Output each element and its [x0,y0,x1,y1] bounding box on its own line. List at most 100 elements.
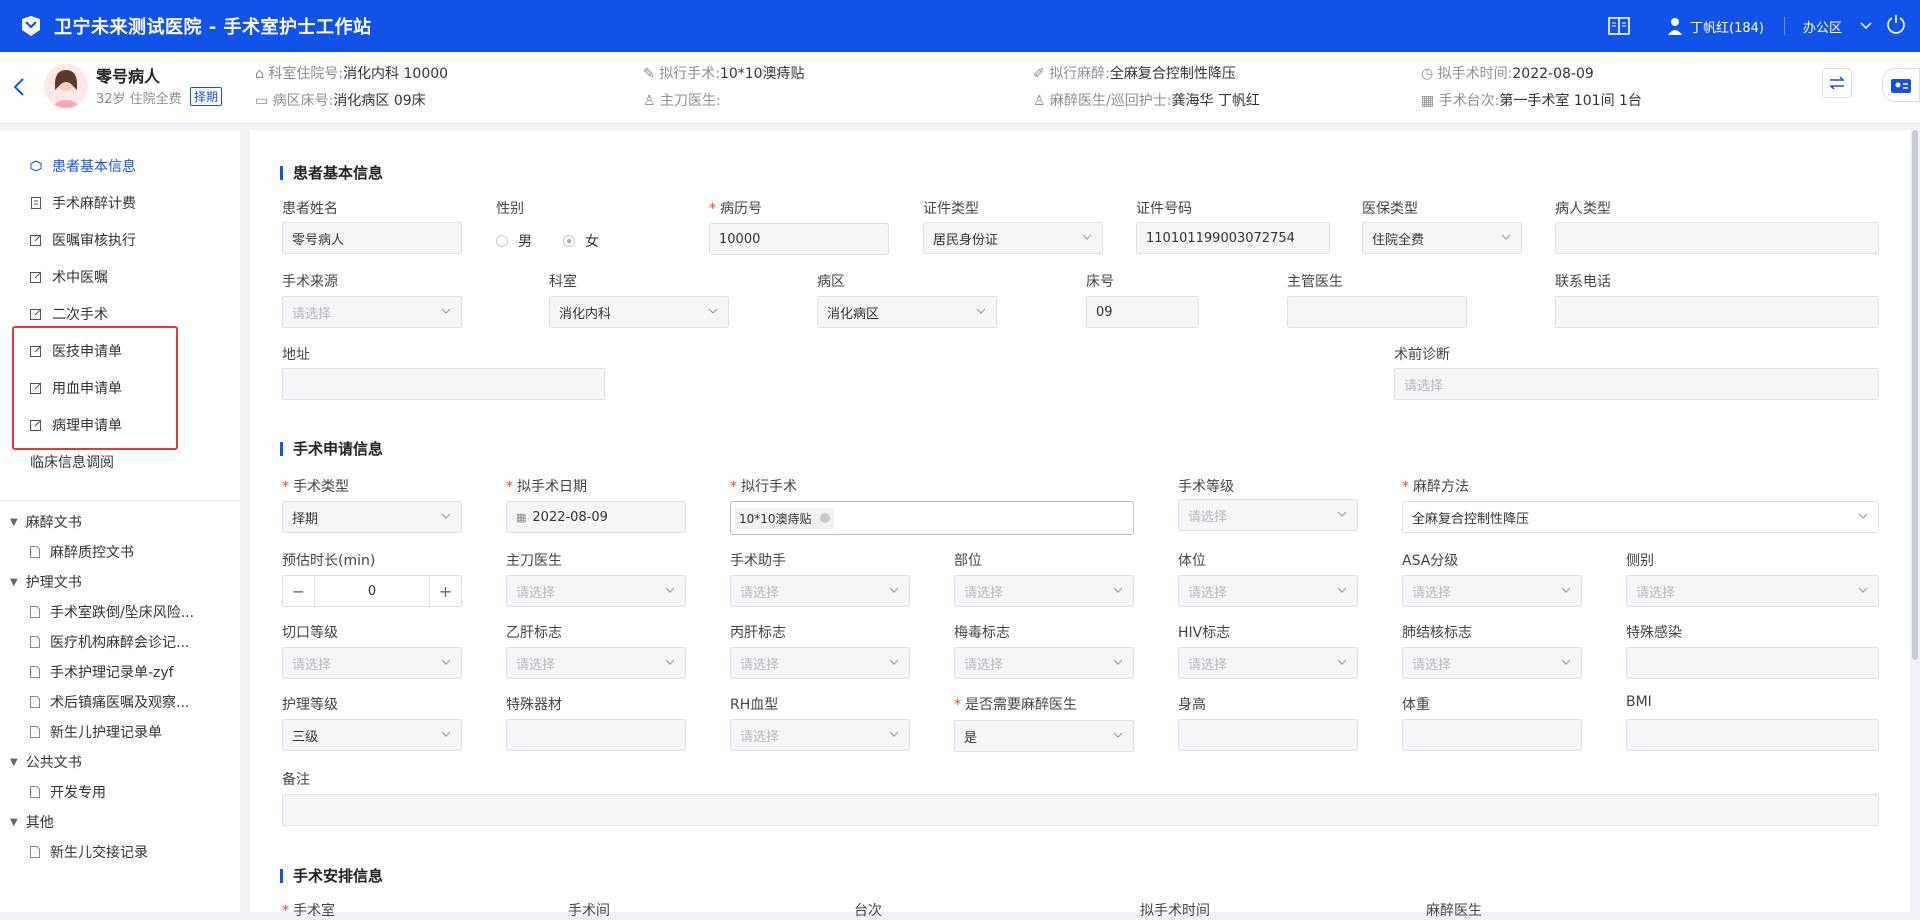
duration-stepper[interactable]: − 0 + [282,575,462,607]
book-icon[interactable] [1608,17,1630,35]
sidebar-item-second-surgery[interactable]: 二次手术 [30,304,108,324]
label-anesthesia-method: * 麻醉方法 [1402,479,1469,495]
pen-icon: ✎ [643,66,660,82]
part-select[interactable]: 请选择 [954,575,1134,607]
asa-select[interactable]: 请选择 [1402,575,1582,607]
chevron-down-icon [1337,659,1347,665]
tb-select[interactable]: 请选择 [1402,647,1582,679]
group-anesthesia-docs[interactable]: ▼ 麻醉文书 [10,512,82,532]
anesthesia-method-select[interactable]: 全麻复合控制性降压 [1402,501,1879,533]
surgery-level-select[interactable]: 请选择 [1178,499,1358,531]
doc-item[interactable]: 术后镇痛医嘱及观察... [30,692,189,712]
plus-button[interactable]: + [429,576,461,606]
diagnosis-select[interactable]: 请选择 [1394,368,1879,400]
infection-field[interactable] [1626,647,1879,679]
position-select[interactable]: 请选择 [1178,575,1358,607]
switch-patient-button[interactable] [1822,68,1852,98]
location-select[interactable]: 办公区 [1803,17,1842,36]
radio-icon [496,235,508,247]
chevron-down-icon [441,731,451,737]
hbv-select[interactable]: 请选择 [506,647,686,679]
current-user[interactable]: 丁帆红(184) [1690,17,1764,36]
height-field[interactable] [1178,719,1358,751]
group-nursing-docs[interactable]: ▼ 护理文书 [10,572,82,592]
nursing-level-select[interactable]: 三级 [282,719,462,751]
id-no-field[interactable]: 110101199003072754 [1136,222,1330,254]
dept-select[interactable]: 消化内科 [549,296,729,328]
doc-item[interactable]: 手术护理记录单-zyf [30,662,174,682]
op-tag[interactable]: 10*10澳痔贴 [735,507,834,529]
doctor-field[interactable] [1287,296,1467,328]
equipment-field[interactable] [506,719,686,751]
chevron-down-icon [708,308,718,314]
doc-item[interactable]: 开发专用 [30,782,106,802]
surgery-type-select[interactable]: 择期 [282,501,462,533]
close-icon[interactable] [819,513,830,523]
need-anesthesiologist-select[interactable]: 是 [954,720,1134,752]
scrollbar[interactable] [1912,130,1918,660]
address-field[interactable] [282,368,605,400]
syphilis-select[interactable]: 请选择 [954,647,1134,679]
phone-field[interactable] [1555,296,1879,328]
note-field[interactable] [282,794,1879,826]
weight-field[interactable] [1402,719,1582,751]
label-nursing-level: 护理等级 [282,697,338,713]
record-no-field[interactable]: 10000 [709,223,889,255]
surgery-date-picker[interactable]: ▦ 2022-08-09 [506,501,686,533]
label-surgery-type: * 手术类型 [282,479,349,495]
section-title-arrange: 手术安排信息 [280,865,383,886]
id-type-select[interactable]: 居民身份证 [923,222,1103,254]
section-title-apply: 手术申请信息 [280,438,383,459]
label-infection: 特殊感染 [1626,625,1682,641]
sidebar-item-clinical-info[interactable]: 临床信息调阅 [30,452,114,472]
duration-value[interactable]: 0 [315,584,429,599]
minus-button[interactable]: − [283,576,315,606]
source-select[interactable]: 请选择 [282,296,462,328]
patient-card-button[interactable] [1882,68,1920,102]
doc-item[interactable]: 新生儿护理记录单 [30,722,162,742]
rh-select[interactable]: 请选择 [730,719,910,751]
label-surgeon: 主刀医生 [506,553,562,569]
planned-surgery: ✎ 拟行手术:10*10澳痔贴 [643,66,805,82]
bmi-field[interactable] [1626,719,1879,751]
patient-name-field[interactable]: 零号病人 [282,222,462,254]
assistant-select[interactable]: 请选择 [730,575,910,607]
label-address: 地址 [282,347,310,363]
bed-field[interactable]: 09 [1086,296,1199,328]
label-dept: 科室 [549,274,577,290]
file-icon [30,606,40,618]
sidebar-item-order-review[interactable]: 医嘱审核执行 [30,230,136,250]
ward-select[interactable]: 消化病区 [817,296,997,328]
doc-item[interactable]: 医疗机构麻醉会诊记... [30,632,189,652]
surgery-sequence: ▦ 手术台次:第一手术室 101间 1台 [1421,93,1642,109]
group-public-docs[interactable]: ▼ 公共文书 [10,752,82,772]
chevron-down-icon [1501,234,1511,240]
doc-item[interactable]: 麻醉质控文书 [30,542,134,562]
hcv-select[interactable]: 请选择 [730,647,910,679]
chevron-down-icon [1337,587,1347,593]
power-icon[interactable] [1886,14,1906,38]
doc-item[interactable]: 手术室跌倒/坠床风险... [30,602,194,622]
sidebar-item-basic-info[interactable]: 患者基本信息 [30,156,136,176]
planned-op-select[interactable]: 10*10澳痔贴 [730,501,1134,535]
back-arrow-icon[interactable] [13,78,24,100]
label-doctor: 主管医生 [1287,274,1343,290]
chevron-down-icon [889,587,899,593]
label-surgery-level: 手术等级 [1178,479,1234,495]
radio-checked-icon [563,235,575,247]
sidebar-item-intraop-orders[interactable]: 术中医嘱 [30,267,108,287]
side-select[interactable]: 请选择 [1626,575,1879,607]
patient-type-field[interactable] [1555,222,1879,254]
doc-item[interactable]: 新生儿交接记录 [30,842,148,862]
chevron-down-icon[interactable] [1860,18,1872,34]
chevron-down-icon [441,659,451,665]
hiv-select[interactable]: 请选择 [1178,647,1358,679]
sidebar-item-billing[interactable]: 手术麻醉计费 [30,193,136,213]
surgeon-select[interactable]: 请选择 [506,575,686,607]
group-other[interactable]: ▼ 其他 [10,812,54,832]
insurance-select[interactable]: 住院全费 [1362,222,1522,254]
gender-male-radio[interactable]: 男 [496,231,532,251]
gender-female-radio[interactable]: 女 [563,231,599,251]
incision-select[interactable]: 请选择 [282,647,462,679]
label-room2: 手术间 [568,903,610,919]
